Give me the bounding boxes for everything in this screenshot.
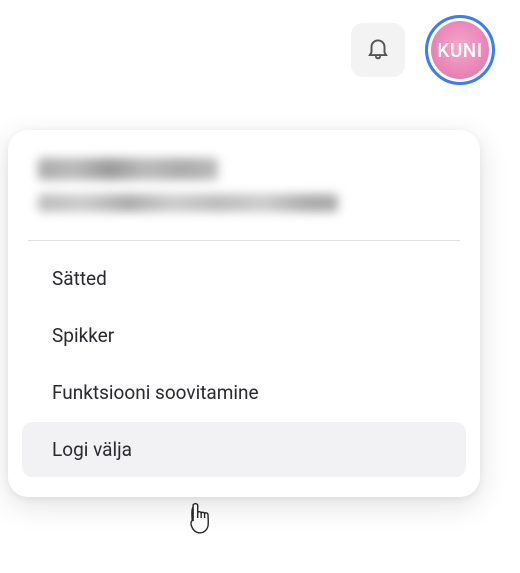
avatar-initials: KUNI	[437, 39, 482, 62]
user-menu-dropdown: Sätted Spikker Funktsiooni soovitamine L…	[8, 130, 480, 497]
user-email-blurred	[38, 194, 338, 212]
bell-icon	[365, 35, 391, 65]
notifications-button[interactable]	[351, 23, 405, 77]
menu-item-label: Sätted	[52, 267, 107, 290]
top-bar: KUNI	[0, 0, 520, 85]
menu-item-help[interactable]: Spikker	[22, 308, 466, 363]
menu-item-label: Spikker	[52, 324, 114, 347]
cursor-icon	[186, 502, 214, 534]
menu-item-suggest-feature[interactable]: Funktsiooni soovitamine	[22, 365, 466, 420]
divider	[28, 240, 460, 241]
menu-item-label: Funktsiooni soovitamine	[52, 381, 259, 404]
menu-item-settings[interactable]: Sätted	[22, 251, 466, 306]
user-info-section	[8, 158, 480, 232]
avatar[interactable]: KUNI	[425, 15, 495, 85]
menu-item-label: Logi välja	[52, 438, 132, 461]
menu-item-logout[interactable]: Logi välja	[22, 422, 466, 477]
user-name-blurred	[38, 158, 218, 180]
